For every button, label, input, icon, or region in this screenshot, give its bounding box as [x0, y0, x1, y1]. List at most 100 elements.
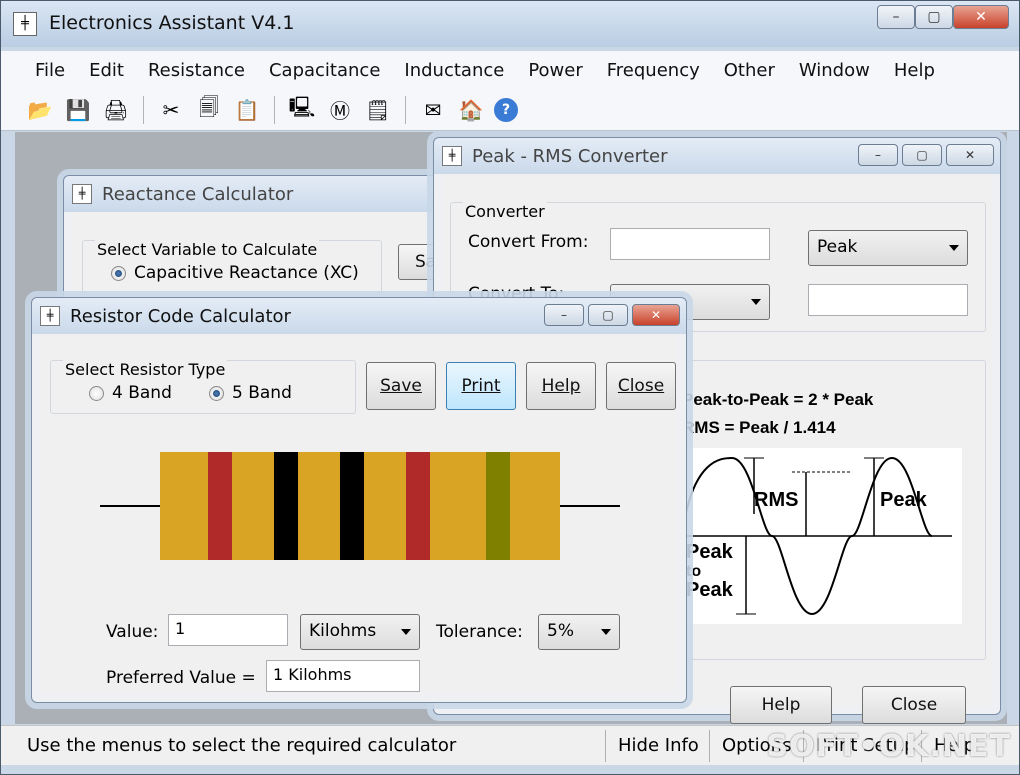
peak-rms-title-bar[interactable]: ╪ Peak - RMS Converter – ▢ ✕: [434, 138, 1000, 174]
color-band-1: [208, 452, 232, 560]
help-button-label: Help: [541, 376, 581, 396]
value-input[interactable]: 1: [168, 614, 288, 646]
value-label: Value:: [106, 622, 159, 642]
menu-resistance[interactable]: Resistance: [136, 60, 257, 81]
convert-from-input[interactable]: [610, 228, 770, 260]
minimize-button[interactable]: –: [544, 304, 584, 326]
variable-group-label: Select Variable to Calculate: [95, 240, 320, 259]
toolbar: 📂 💾 🖨 ✂ 🗐 📋 🖳 Ⓜ 🗒 ✉ 🏠 ?: [1, 89, 1019, 131]
p2p-label-1: Peak: [686, 541, 734, 563]
rms-label: RMS: [754, 489, 798, 511]
menu-capacitance[interactable]: Capacitance: [257, 60, 392, 81]
peak-rms-window-title: Peak - RMS Converter: [472, 146, 668, 167]
help-button[interactable]: Help: [526, 362, 596, 410]
menu-frequency[interactable]: Frequency: [595, 60, 712, 81]
maximize-button[interactable]: ▢: [588, 304, 628, 326]
tolerance-value: 5%: [547, 621, 574, 641]
convert-from-unit-value: Peak: [817, 237, 858, 257]
preferred-value-label: Preferred Value =: [106, 668, 256, 688]
color-band-2: [274, 452, 298, 560]
main-window: ╪ Electronics Assistant V4.1 – ▢ ✕ File …: [0, 0, 1020, 775]
reactance-title-bar[interactable]: ╪ Reactance Calculator: [64, 176, 442, 212]
email-icon[interactable]: ✉: [418, 95, 448, 125]
tolerance-label: Tolerance:: [436, 622, 523, 642]
chevron-down-icon: [751, 299, 761, 305]
tolerance-select[interactable]: 5%: [538, 614, 620, 650]
5-band-radio[interactable]: 5 Band: [209, 383, 292, 403]
cut-icon[interactable]: ✂: [156, 95, 186, 125]
watermark-logo: SOFT•OK.NET: [766, 729, 1011, 764]
converter-group-label: Converter: [463, 202, 547, 221]
minimize-button[interactable]: –: [858, 144, 898, 166]
status-hide-info[interactable]: Hide Info: [605, 730, 699, 762]
reactance-window-title: Reactance Calculator: [102, 184, 294, 205]
close-button[interactable]: ✕: [946, 144, 994, 166]
microchip-logo-icon[interactable]: Ⓜ: [325, 95, 355, 125]
close-button[interactable]: ✕: [632, 304, 680, 326]
maximize-button[interactable]: ▢: [915, 5, 953, 29]
open-icon[interactable]: 📂: [25, 95, 55, 125]
menu-help[interactable]: Help: [882, 60, 947, 81]
color-band-5: [486, 452, 510, 560]
copy-icon[interactable]: 🗐: [194, 95, 224, 125]
menu-window[interactable]: Window: [787, 60, 882, 81]
resistor-app-icon: ╪: [442, 146, 462, 166]
color-band-4: [406, 452, 430, 560]
sine-wave-diagram: RMS Peak Peak to Peak: [682, 448, 962, 624]
title-bar[interactable]: ╪ Electronics Assistant V4.1 – ▢ ✕: [1, 1, 1019, 47]
peak-close-button[interactable]: Close: [862, 686, 966, 724]
p2p-label-2: to: [686, 563, 701, 580]
peak-help-button[interactable]: Help: [730, 686, 832, 724]
print-icon[interactable]: 🖨: [101, 95, 131, 125]
resistor-type-label: Select Resistor Type: [63, 360, 228, 379]
resistor-title-bar[interactable]: ╪ Resistor Code Calculator – ▢ ✕: [32, 298, 686, 334]
home-icon[interactable]: 🏠: [456, 95, 486, 125]
menu-edit[interactable]: Edit: [77, 60, 136, 81]
radio-selected-icon: [209, 385, 224, 401]
close-button-label: Close: [617, 376, 665, 396]
radio-unselected-icon: [89, 385, 104, 401]
print-button[interactable]: Print: [446, 362, 516, 410]
calculator-icon[interactable]: 🖳: [287, 95, 317, 125]
convert-from-unit-select[interactable]: Peak: [808, 230, 968, 266]
resistor-window-title: Resistor Code Calculator: [70, 306, 291, 327]
peak-rms-window-controls: – ▢ ✕: [854, 144, 994, 168]
4-band-radio[interactable]: 4 Band: [89, 383, 172, 403]
window-controls: – ▢ ✕: [877, 5, 1009, 29]
5-band-label: 5 Band: [232, 383, 292, 403]
convert-to-output: [808, 284, 968, 316]
resistor-code-calculator-window: ╪ Resistor Code Calculator – ▢ ✕ Select …: [31, 297, 687, 703]
resistor-diagram: [100, 452, 620, 560]
notepad-icon[interactable]: 🗒: [363, 95, 393, 125]
save-icon[interactable]: 💾: [63, 95, 93, 125]
status-message: Use the menus to select the required cal…: [27, 735, 457, 756]
close-button[interactable]: ✕: [953, 5, 1009, 29]
formula-p2p: Peak-to-Peak = 2 * Peak: [682, 390, 874, 409]
save-button[interactable]: Save: [366, 362, 436, 410]
chevron-down-icon: [601, 629, 611, 635]
resistor-app-icon: ╪: [13, 12, 37, 36]
capacitive-reactance-radio[interactable]: Capacitive Reactance (XC): [111, 263, 359, 283]
unit-select[interactable]: Kilohms: [300, 614, 420, 650]
close-dialog-button[interactable]: Close: [606, 362, 676, 410]
minimize-button[interactable]: –: [877, 5, 915, 29]
menu-bar: File Edit Resistance Capacitance Inducta…: [1, 51, 1019, 89]
menu-inductance[interactable]: Inductance: [392, 60, 516, 81]
toolbar-separator: [405, 95, 406, 124]
status-bar: Use the menus to select the required cal…: [1, 725, 1019, 765]
radio-selected-icon: [111, 265, 126, 281]
resistor-window-controls: – ▢ ✕: [540, 304, 680, 328]
peak-label: Peak: [880, 489, 928, 511]
menu-other[interactable]: Other: [712, 60, 787, 81]
help-icon[interactable]: ?: [494, 97, 518, 122]
capacitive-reactance-label: Capacitive Reactance (XC): [134, 263, 359, 283]
p2p-label-3: Peak: [686, 579, 734, 601]
formula-rms: RMS = Peak / 1.414: [682, 418, 836, 437]
menu-power[interactable]: Power: [516, 60, 594, 81]
paste-icon[interactable]: 📋: [232, 95, 262, 125]
unit-value: Kilohms: [309, 621, 377, 641]
menu-file[interactable]: File: [23, 60, 77, 81]
print-button-label: Print: [461, 376, 501, 396]
maximize-button[interactable]: ▢: [902, 144, 942, 166]
save-button-label: Save: [380, 376, 422, 396]
